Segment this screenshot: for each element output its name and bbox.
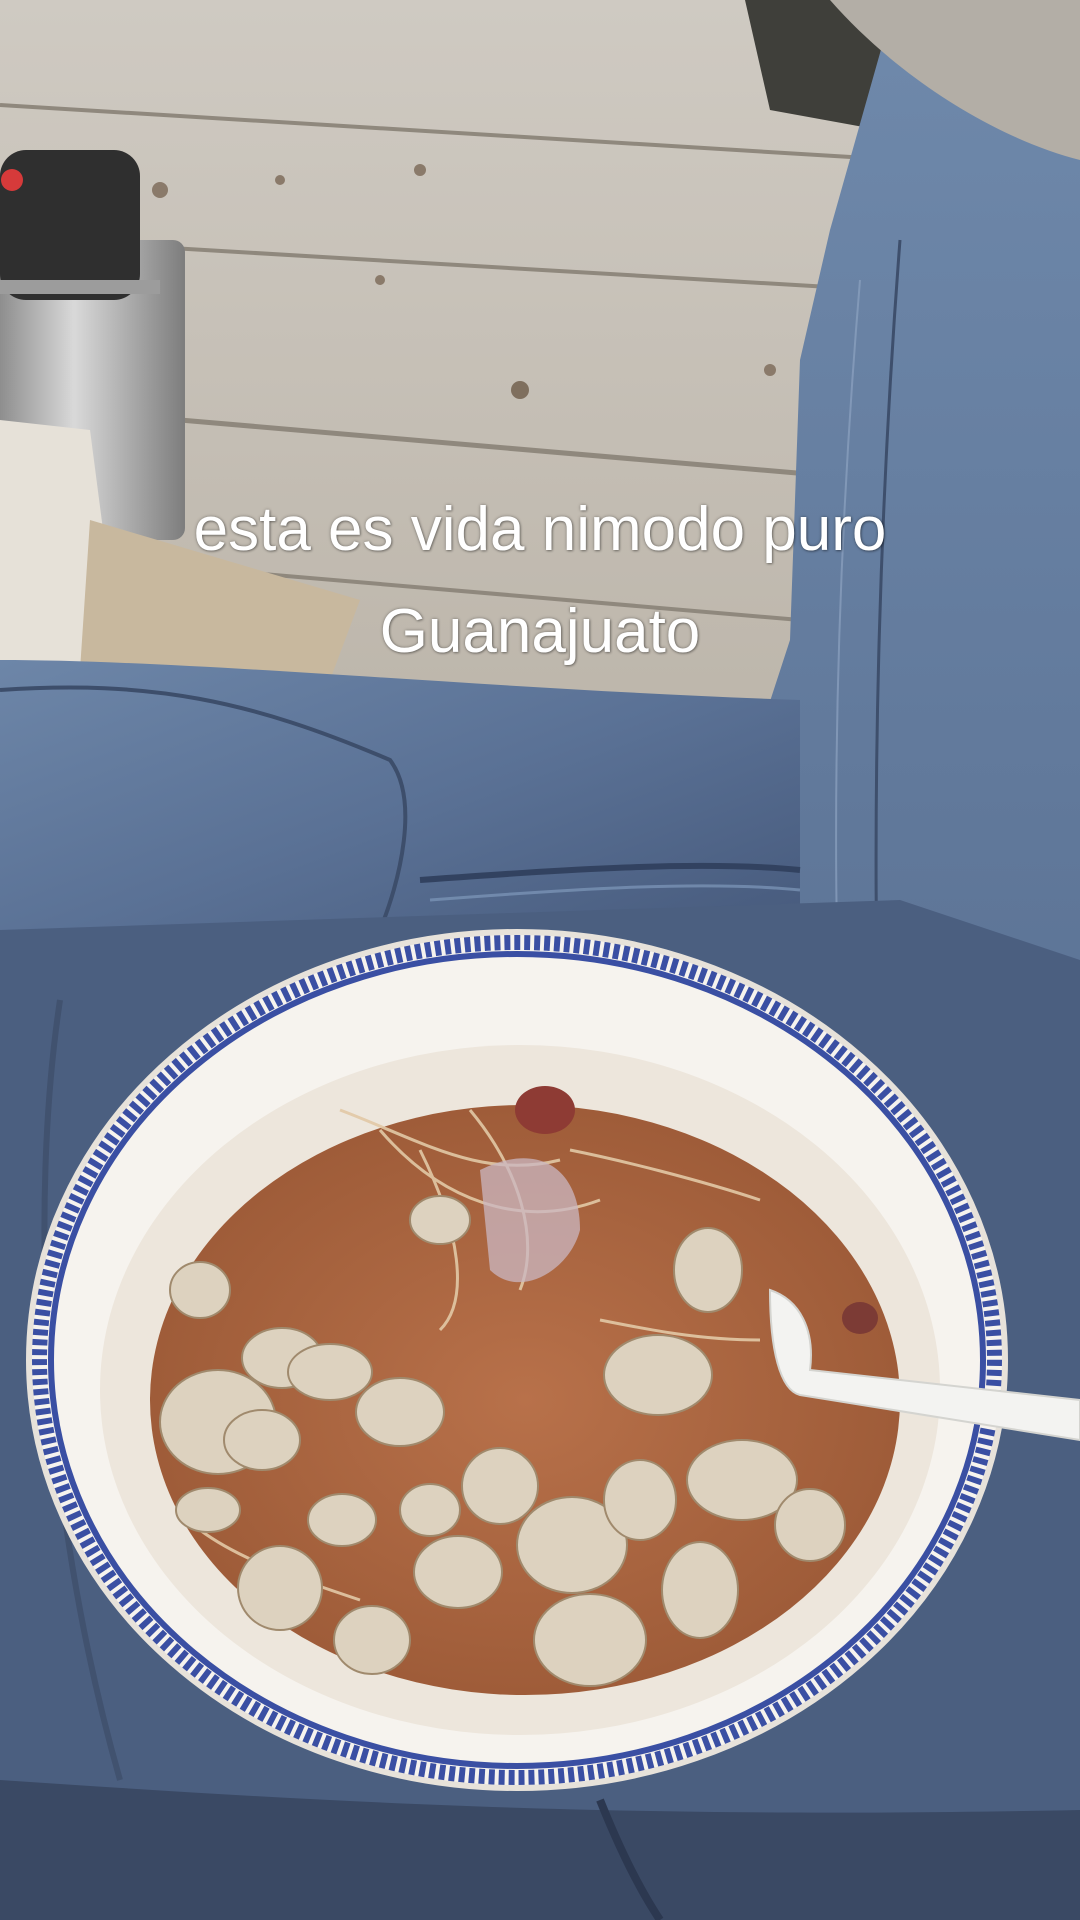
- photo-illustration: [0, 0, 1080, 1920]
- caption-line-2: Guanajuato: [379, 597, 701, 666]
- caption-line-1: esta es vida nimodo puro: [193, 495, 887, 564]
- photo-scene: esta es vida nimodo puro Guanajuato: [0, 0, 1080, 1920]
- red-bean: [515, 1086, 575, 1134]
- soup-bowl: [26, 929, 1008, 1791]
